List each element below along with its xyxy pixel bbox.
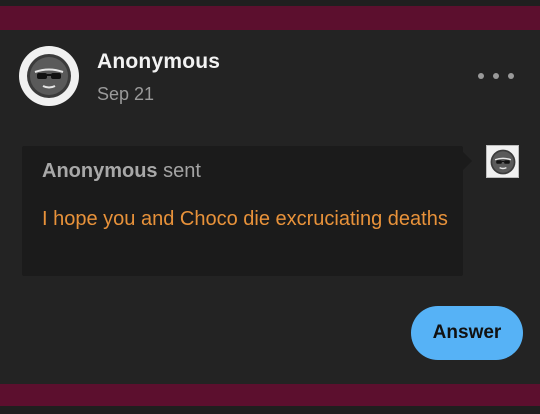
- ask-bubble-tail: [463, 152, 472, 170]
- author-name[interactable]: Anonymous: [97, 50, 220, 74]
- ask-post-card: Anonymous Sep 21 Anonymous sent I hope y…: [0, 0, 540, 414]
- ask-sender-line: Anonymous sent: [42, 160, 201, 183]
- anonymous-sunglasses-icon: [490, 149, 515, 174]
- more-options-icon[interactable]: [478, 66, 514, 86]
- bottom-edge: [0, 406, 540, 414]
- ask-sender-verb: sent: [163, 160, 201, 182]
- dot: [478, 73, 484, 79]
- ask-message: I hope you and Choco die excruciating de…: [42, 208, 448, 230]
- anonymous-sunglasses-icon: [27, 54, 71, 98]
- dot: [493, 73, 499, 79]
- bottom-divider-stripe: [0, 384, 540, 406]
- ask-sender-name: Anonymous: [42, 160, 158, 182]
- asker-avatar[interactable]: [486, 145, 519, 178]
- dot: [508, 73, 514, 79]
- post-date: Sep 21: [97, 84, 155, 104]
- top-divider-stripe: [0, 6, 540, 30]
- author-avatar[interactable]: [19, 46, 79, 106]
- answer-button[interactable]: Answer: [411, 306, 523, 360]
